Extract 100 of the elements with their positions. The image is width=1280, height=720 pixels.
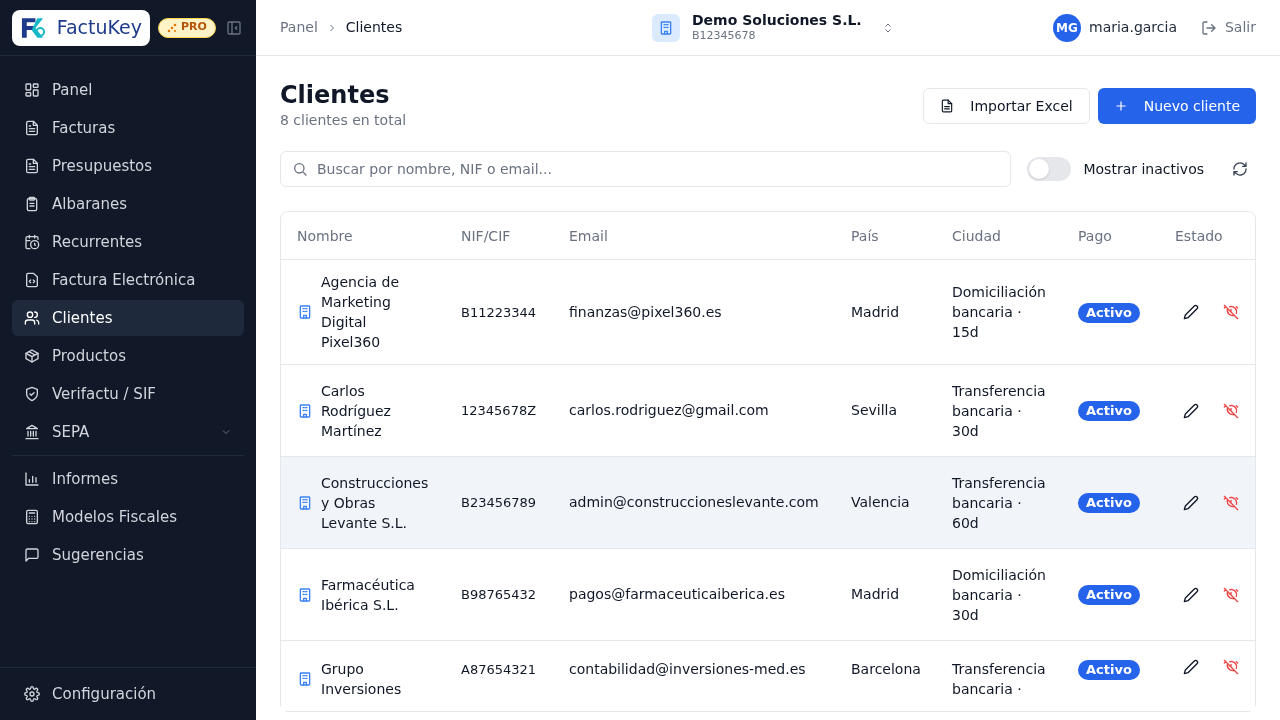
spreadsheet-file-icon [940, 99, 955, 113]
payment-terms-cell-text: Transferencia bancaria · [952, 660, 1047, 699]
client-name[interactable]: Construcciones y Obras Levante S.L. [321, 472, 429, 533]
company-name: Demo Soluciones S.L. [692, 11, 862, 30]
company-selector[interactable]: Demo Soluciones S.L. B12345678 [652, 11, 894, 44]
sidebar-item[interactable]: Sugerencias [12, 537, 244, 573]
status-badge: Activo [1078, 585, 1140, 605]
sidebar-item[interactable]: Facturas [12, 110, 244, 146]
tax-id-cell: B23456789 [461, 495, 537, 510]
pencil-icon [1183, 304, 1199, 320]
sidebar-item[interactable]: Panel [12, 72, 244, 108]
column-header: Estado [1175, 227, 1223, 244]
logo-text: FactuKey [56, 18, 142, 37]
payment-terms-cell-text: Domiciliación bancaria · 30d [952, 565, 1047, 625]
bank-icon [24, 424, 40, 440]
deactivate-button[interactable] [1223, 494, 1239, 511]
logo[interactable]: FactuKey [12, 9, 150, 46]
search-icon [292, 161, 308, 177]
clock-off-icon [1223, 402, 1239, 419]
edit-button[interactable] [1183, 494, 1199, 511]
column-header: Ciudad [952, 227, 1001, 244]
breadcrumb-link[interactable]: Clientes [345, 17, 403, 38]
breadcrumb-link[interactable]: Panel [280, 17, 318, 38]
building-icon [297, 304, 313, 320]
sidebar-item[interactable]: Modelos Fiscales [12, 499, 244, 535]
client-name[interactable]: Farmacéutica Ibérica S.L. [321, 574, 429, 615]
collapse-sidebar-button[interactable] [226, 18, 244, 37]
clock-off-icon [1223, 586, 1239, 603]
logout-icon [1201, 19, 1217, 36]
deactivate-button[interactable] [1223, 402, 1239, 419]
column-header: Pago [1078, 227, 1112, 244]
pencil-icon [1183, 659, 1199, 675]
clock-off-icon [1223, 494, 1239, 511]
column-header: País [851, 227, 879, 244]
sidebar-item[interactable]: Albaranes [12, 186, 244, 222]
building-icon [297, 671, 313, 687]
client-name[interactable]: Agencia de Marketing Digital Pixel360 [321, 272, 429, 352]
sidebar-item[interactable]: Clientes [12, 300, 244, 336]
city-cell: Madrid [851, 303, 900, 320]
user-avatar: MG [1053, 13, 1081, 42]
edit-button[interactable] [1183, 659, 1199, 675]
client-name[interactable]: Carlos Rodríguez Martínez [321, 380, 429, 441]
sidebar-item[interactable]: Factura Electrónica [12, 262, 244, 298]
city-cell: Valencia [851, 494, 910, 510]
box-icon [24, 348, 40, 364]
sidebar-item[interactable]: Productos [12, 338, 244, 374]
refresh-button[interactable] [1232, 161, 1248, 177]
table-row[interactable]: Construcciones y Obras Levante S.L. B23456789 admin@construccioneslevante.com Valencia Transferencia bancaria · 60d Activo [281, 457, 1255, 549]
client-name[interactable]: Grupo Inversiones [321, 659, 429, 699]
shield-check-icon [24, 386, 40, 402]
deactivate-button[interactable] [1223, 304, 1239, 320]
settings-item[interactable]: Configuración [12, 676, 244, 712]
building-icon [297, 402, 313, 419]
edit-button[interactable] [1183, 586, 1199, 603]
import-excel-button[interactable]: Importar Excel [923, 88, 1090, 124]
sidebar-item[interactable]: SEPA [12, 414, 244, 450]
sparkle-icon [167, 22, 177, 33]
building-icon [297, 494, 313, 511]
payment-terms-cell-text: Transferencia bancaria · 60d [952, 473, 1047, 533]
city-cell: Sevilla [851, 402, 898, 418]
payment-terms-cell-text: Transferencia bancaria · 30d [952, 381, 1047, 441]
clock-off-icon [1223, 659, 1239, 675]
grid-icon [24, 82, 40, 98]
bar-chart-icon [24, 471, 40, 487]
logout-button[interactable]: Salir [1201, 17, 1256, 38]
document-icon [24, 120, 40, 136]
column-header: NIF/CIF [461, 227, 511, 244]
sidebar-item[interactable]: Verifactu / SIF [12, 376, 244, 412]
email-cell: contabilidad@inversiones-med.es [569, 661, 806, 677]
company-tax-id: B12345678 [692, 29, 756, 44]
tax-id-cell: B11223344 [461, 304, 537, 320]
sidebar-item[interactable]: Recurrentes [12, 224, 244, 260]
tax-id-cell: B98765432 [461, 587, 537, 602]
edit-button[interactable] [1183, 304, 1199, 320]
toggle-switch[interactable] [1027, 157, 1072, 181]
clipboard-icon [24, 196, 40, 212]
chat-icon [24, 547, 40, 563]
pencil-icon [1183, 494, 1199, 511]
deactivate-button[interactable] [1223, 586, 1239, 603]
city-cell: Madrid [851, 586, 900, 602]
search-field[interactable]: Buscar por nombre, NIF o email... [280, 151, 1012, 187]
deactivate-button[interactable] [1223, 659, 1239, 675]
email-cell: pagos@farmaceuticaiberica.es [569, 586, 785, 602]
code-file-icon [24, 272, 40, 288]
sidebar-item[interactable]: Informes [12, 461, 244, 497]
edit-button[interactable] [1183, 402, 1199, 419]
new-client-button[interactable]: Nuevo cliente [1097, 88, 1256, 124]
pencil-icon [1183, 402, 1199, 419]
status-badge: Activo [1078, 493, 1140, 513]
pencil-icon [1183, 586, 1199, 603]
tax-id-cell: A87654321 [461, 662, 537, 677]
plus-icon [1113, 99, 1128, 113]
username: maria.garcia [1089, 18, 1177, 37]
status-badge: Activo [1078, 401, 1140, 421]
users-icon [24, 310, 40, 326]
client-count: 8 clientes en total [280, 111, 407, 130]
page-title: Clientes [280, 80, 391, 110]
sidebar-item[interactable]: Presupuestos [12, 148, 244, 184]
payment-terms-cell-text: Domiciliación bancaria · 15d [952, 283, 1047, 342]
refresh-icon [1232, 161, 1248, 177]
